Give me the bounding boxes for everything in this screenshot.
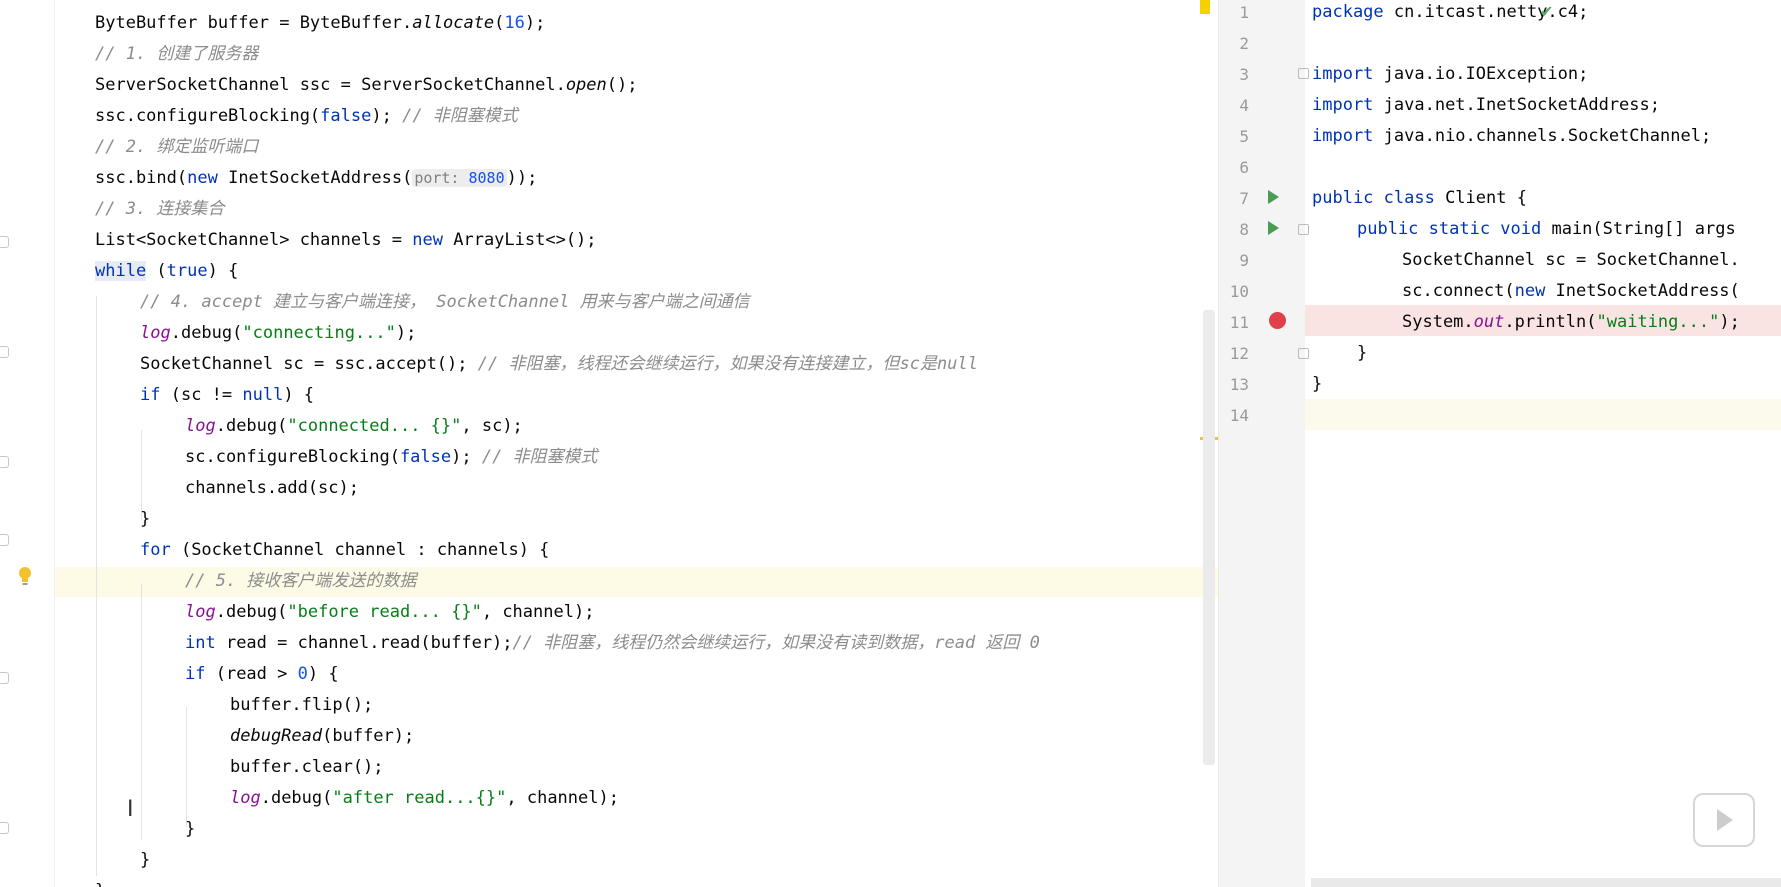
lightbulb-icon[interactable] xyxy=(18,566,32,586)
fold-icon[interactable] xyxy=(0,456,9,468)
code-comment: // 1. 创建了服务器 xyxy=(95,44,259,64)
code-comment: // 5. 接收客户端发送的数据 xyxy=(185,571,417,591)
line-number: 7 xyxy=(1239,189,1249,208)
line-number: 6 xyxy=(1239,158,1249,177)
line-number: 3 xyxy=(1239,65,1249,84)
code-comment: // 3. 连接集合 xyxy=(95,199,225,219)
line-number: 14 xyxy=(1229,406,1249,425)
code-line: SocketChannel sc = ssc.accept(); // 非阻塞，… xyxy=(140,354,978,374)
code-line: ssc.configureBlocking(false); // 非阻塞模式 xyxy=(95,106,518,126)
code-line: log.debug("before read... {}", channel); xyxy=(185,602,595,622)
line-number: 5 xyxy=(1239,127,1249,146)
line-number: 9 xyxy=(1239,251,1249,270)
line-number: 8 xyxy=(1239,220,1249,239)
code-line: ServerSocketChannel ssc = ServerSocketCh… xyxy=(95,75,638,95)
code-line: if (sc != null) { xyxy=(140,385,315,405)
vertical-scrollbar[interactable] xyxy=(1203,310,1215,765)
indent-guide xyxy=(141,584,142,840)
fold-icon[interactable] xyxy=(1298,68,1309,79)
code-line: import java.net.InetSocketAddress; xyxy=(1312,95,1660,115)
code-comment: // 4. accept 建立与客户端连接， SocketChannel 用来与… xyxy=(140,292,750,312)
line-number: 1 xyxy=(1239,3,1249,22)
code-line: SocketChannel sc = SocketChannel. xyxy=(1402,250,1740,270)
play-button[interactable] xyxy=(1693,793,1755,847)
code-line: public class Client { xyxy=(1312,188,1527,208)
code-line: ssc.bind(new InetSocketAddress(port: 808… xyxy=(95,168,538,188)
code-line: for (SocketChannel channel : channels) { xyxy=(140,540,550,560)
run-icon[interactable] xyxy=(1268,190,1279,204)
line-number: 13 xyxy=(1229,375,1249,394)
play-icon xyxy=(1717,809,1733,831)
code-line: log.debug("connected... {}", sc); xyxy=(185,416,523,436)
code-line: sc.connect(new InetSocketAddress( xyxy=(1402,281,1740,301)
line-number: 2 xyxy=(1239,34,1249,53)
fold-icon[interactable] xyxy=(1298,224,1309,235)
code-line: } xyxy=(140,509,151,529)
code-line: while (true) { xyxy=(95,261,239,281)
code-line: } xyxy=(185,819,196,839)
parameter-hint: port: 8080 xyxy=(412,169,507,187)
line-number: 11 xyxy=(1229,313,1249,332)
code-line: } xyxy=(1312,374,1323,394)
fold-icon[interactable] xyxy=(0,346,9,358)
line-number: 10 xyxy=(1229,282,1249,301)
fold-icon[interactable] xyxy=(1298,348,1309,359)
code-line: sc.configureBlocking(false); // 非阻塞模式 xyxy=(185,447,598,467)
code-line: int read = channel.read(buffer);// 非阻塞，线… xyxy=(185,633,1040,653)
fold-icon[interactable] xyxy=(0,822,9,834)
code-line: } xyxy=(1357,343,1368,363)
right-editor[interactable]: 1 2 3 4 5 6 7 8 9 10 11 12 13 14 package… xyxy=(1218,0,1781,887)
code-line: if (read > 0) { xyxy=(185,664,339,684)
current-line-highlight xyxy=(1305,399,1781,430)
code-line: buffer.flip(); xyxy=(230,695,374,715)
code-comment: // 2. 绑定监听端口 xyxy=(95,137,259,157)
fold-icon[interactable] xyxy=(0,672,9,684)
code-line: List<SocketChannel> channels = new Array… xyxy=(95,230,597,250)
line-number: 12 xyxy=(1229,344,1249,363)
code-line: channels.add(sc); xyxy=(185,478,359,498)
code-line: System.out.println("waiting..."); xyxy=(1402,312,1740,332)
fold-icon[interactable] xyxy=(0,236,9,248)
code-line: } xyxy=(95,876,105,887)
code-line: log.debug("connecting..."); xyxy=(140,323,417,343)
line-number: 4 xyxy=(1239,96,1249,115)
code-line: public static void main(String[] args xyxy=(1357,219,1736,239)
indent-guide xyxy=(96,296,97,876)
code-line: ByteBuffer buffer = ByteBuffer.allocate(… xyxy=(95,13,546,33)
horizontal-scrollbar[interactable] xyxy=(1311,878,1781,887)
code-line: import java.nio.channels.SocketChannel; xyxy=(1312,126,1712,146)
code-line: } xyxy=(140,850,151,870)
code-line: import java.io.IOException; xyxy=(1312,64,1589,84)
code-line: buffer.clear(); xyxy=(230,757,384,777)
code-line: debugRead(buffer); xyxy=(230,726,415,746)
right-gutter: 1 2 3 4 5 6 7 8 9 10 11 12 13 14 xyxy=(1218,0,1309,887)
indent-guide xyxy=(186,707,187,827)
run-icon[interactable] xyxy=(1268,221,1279,235)
checkmark-icon: ✔ xyxy=(1540,2,1554,21)
code-area[interactable]: ByteBuffer buffer = ByteBuffer.allocate(… xyxy=(0,0,1218,887)
breakpoint-icon[interactable] xyxy=(1269,312,1286,329)
code-line: log.debug("after read...{}", channel); xyxy=(230,788,619,808)
left-editor[interactable]: ByteBuffer buffer = ByteBuffer.allocate(… xyxy=(0,0,1218,887)
gutter-divider xyxy=(54,0,55,887)
warning-marker[interactable] xyxy=(1200,0,1210,14)
text-cursor-icon: I xyxy=(127,797,134,822)
left-gutter xyxy=(0,0,54,887)
fold-icon[interactable] xyxy=(0,534,9,546)
